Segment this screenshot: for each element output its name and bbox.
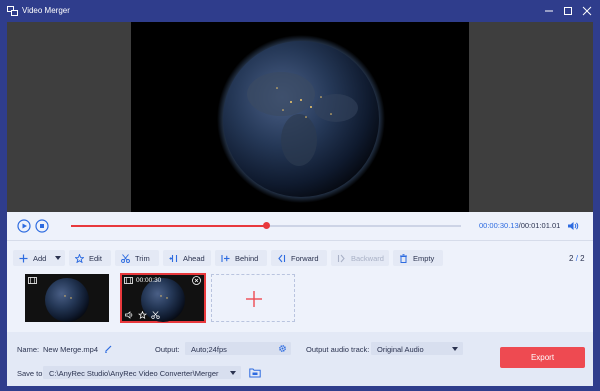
add-clip-plus-icon <box>246 291 262 307</box>
audio-track-value: Original Audio <box>377 345 424 354</box>
backward-icon <box>337 254 345 263</box>
preview-area <box>7 22 593 212</box>
remove-clip-icon[interactable] <box>192 276 201 285</box>
current-time: 00:00:30.13 <box>479 221 519 230</box>
clip-duration: 00:00:30 <box>136 277 162 284</box>
film-icon <box>28 277 37 284</box>
scissors-icon <box>121 254 130 263</box>
add-label: Add <box>33 254 47 263</box>
ahead-label: Ahead <box>183 254 205 263</box>
audio-icon[interactable] <box>125 311 134 319</box>
merge-app-icon <box>7 6 18 16</box>
backward-button[interactable]: Backward <box>331 250 389 266</box>
trim-button[interactable]: Trim <box>115 250 159 266</box>
progress-fill <box>71 225 266 227</box>
edit-label: Edit <box>89 254 102 263</box>
playback-controls: 00:00:30.13/00:01:01.01 <box>7 212 593 240</box>
output-label: Output: <box>155 345 180 354</box>
forward-label: Forward <box>291 254 319 263</box>
behind-button[interactable]: Behind <box>215 250 267 266</box>
close-window-icon[interactable] <box>580 4 594 18</box>
trash-icon <box>400 254 407 263</box>
clip-thumbnail-selected[interactable]: 00:00:30 <box>120 273 206 323</box>
play-icon[interactable] <box>17 219 31 233</box>
maximize-icon[interactable] <box>561 4 575 18</box>
behind-label: Behind <box>235 254 259 263</box>
page-total: 2 <box>580 254 585 263</box>
divider <box>7 240 593 241</box>
behind-icon <box>221 255 230 262</box>
empty-label: Empty <box>413 254 435 263</box>
plus-icon <box>19 254 28 263</box>
title-bar: Video Merger <box>0 0 600 22</box>
clip-thumbnail[interactable] <box>25 274 109 322</box>
effect-icon[interactable] <box>138 311 147 319</box>
output-format-field[interactable]: Auto;24fps <box>185 342 291 355</box>
save-to-label: Save to: <box>17 369 45 378</box>
window-title: Video Merger <box>22 6 70 15</box>
volume-icon[interactable] <box>567 220 579 232</box>
rename-pencil-icon[interactable] <box>104 344 113 353</box>
folder-icon[interactable] <box>249 367 261 378</box>
app-window: Video Merger 00:00:30.13/00:01:01.01 Add… <box>0 0 600 391</box>
forward-button[interactable]: Forward <box>271 250 327 266</box>
earth-image <box>217 35 385 203</box>
chevron-down-icon <box>452 347 458 351</box>
backward-label: Backward <box>351 254 384 263</box>
progress-slider[interactable] <box>71 222 461 229</box>
ahead-icon <box>169 255 178 262</box>
add-dropdown-icon[interactable] <box>55 256 61 260</box>
trim-label: Trim <box>135 254 150 263</box>
ahead-button[interactable]: Ahead <box>163 250 211 266</box>
main-panel: 00:00:30.13/00:01:01.01 Add Edit Trim Ah… <box>7 22 593 386</box>
add-button[interactable]: Add <box>13 250 65 266</box>
chevron-down-icon <box>230 371 236 375</box>
edit-button[interactable]: Edit <box>69 250 111 266</box>
audio-track-select[interactable]: Original Audio <box>371 342 463 355</box>
settings-gear-icon[interactable] <box>278 344 287 353</box>
forward-icon <box>278 254 286 263</box>
empty-button[interactable]: Empty <box>393 250 443 266</box>
page-counter: 2 / 2 <box>569 254 585 263</box>
edit-wand-icon <box>75 254 84 263</box>
save-path-select[interactable]: C:\AnyRec Studio\AnyRec Video Converter\… <box>43 366 241 379</box>
clip-earth-image <box>45 278 89 322</box>
progress-handle[interactable] <box>262 222 270 229</box>
export-button[interactable]: Export <box>500 347 585 368</box>
film-icon <box>124 277 133 284</box>
time-display: 00:00:30.13/00:01:01.01 <box>479 221 560 230</box>
output-settings: Name: New Merge.mp4 Output: Auto;24fps O… <box>7 332 593 386</box>
save-path-value: C:\AnyRec Studio\AnyRec Video Converter\… <box>49 369 219 378</box>
add-clip-placeholder[interactable] <box>211 274 295 322</box>
minimize-icon[interactable] <box>542 4 556 18</box>
page-current: 2 <box>569 254 574 263</box>
cut-icon[interactable] <box>151 311 160 319</box>
name-label: Name: <box>17 345 40 354</box>
video-preview[interactable] <box>131 22 469 212</box>
stop-icon[interactable] <box>35 219 49 233</box>
output-format-value: Auto;24fps <box>191 345 227 354</box>
file-name: New Merge.mp4 <box>43 345 99 354</box>
audio-track-label: Output audio track: <box>306 345 370 354</box>
total-time: /00:01:01.01 <box>518 221 561 230</box>
